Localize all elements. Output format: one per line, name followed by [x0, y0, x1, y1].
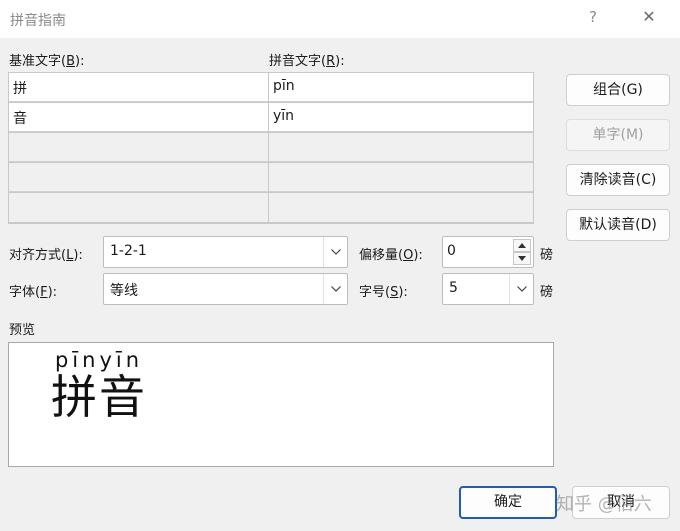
pinyin-grid: 拼 pīn 音 yīn [8, 72, 534, 224]
font-value: 等线 [110, 283, 138, 299]
offset-label: 偏移量(O): [359, 248, 423, 263]
size-unit: 磅 [540, 285, 554, 300]
window-title: 拼音指南 [10, 13, 66, 29]
chevron-down-icon[interactable] [323, 274, 347, 304]
watermark: 知乎 @佰六 [556, 494, 652, 515]
pinyin-cell-3 [269, 133, 533, 162]
pinyin-cell-4 [269, 163, 533, 192]
offset-unit: 磅 [540, 248, 554, 263]
preview-pinyin: pīnyīn [54, 348, 144, 372]
default-reading-button[interactable]: 默认读音(D) [566, 209, 670, 241]
ok-button[interactable]: 确定 [459, 486, 557, 519]
offset-value: 0 [447, 243, 456, 259]
alignment-select[interactable]: 1-2-1 [103, 236, 348, 268]
pinyin-cell-5 [269, 193, 533, 222]
size-label: 字号(S): [359, 285, 408, 300]
spin-up-icon[interactable] [513, 239, 531, 252]
close-button[interactable]: ✕ [638, 7, 660, 29]
base-cell-4 [9, 163, 268, 192]
base-cell-3 [9, 133, 268, 162]
preview-label: 预览 [9, 323, 36, 338]
preview-ruby: pīnyīn 拼音 [51, 348, 147, 422]
base-cell-2[interactable]: 音 [9, 103, 268, 132]
single-char-button: 单字(M) [566, 119, 670, 151]
chevron-down-icon[interactable] [323, 237, 347, 267]
offset-stepper[interactable]: 0 [442, 236, 534, 268]
alignment-value: 1-2-1 [110, 243, 147, 259]
chevron-down-icon[interactable] [509, 274, 533, 304]
preview-box: pīnyīn 拼音 [8, 342, 554, 467]
pinyin-text-label: 拼音文字(R): [269, 54, 345, 69]
pinyin-cell-1[interactable]: pīn [269, 73, 533, 102]
group-button[interactable]: 组合(G) [566, 74, 670, 106]
title-bar: 拼音指南 ? ✕ [0, 0, 680, 38]
clear-reading-button[interactable]: 清除读音(C) [566, 164, 670, 196]
base-cell-5 [9, 193, 268, 222]
spin-down-icon[interactable] [513, 252, 531, 265]
font-label: 字体(F): [9, 285, 58, 300]
alignment-label: 对齐方式(L): [9, 248, 83, 263]
help-button[interactable]: ? [583, 8, 603, 28]
size-select[interactable]: 5 [442, 273, 534, 305]
font-select[interactable]: 等线 [103, 273, 348, 305]
base-text-label: 基准文字(B): [9, 54, 85, 69]
base-cell-1[interactable]: 拼 [9, 73, 268, 102]
size-value: 5 [449, 280, 458, 296]
pinyin-cell-2[interactable]: yīn [269, 103, 533, 132]
preview-base-text: 拼音 [51, 370, 147, 424]
